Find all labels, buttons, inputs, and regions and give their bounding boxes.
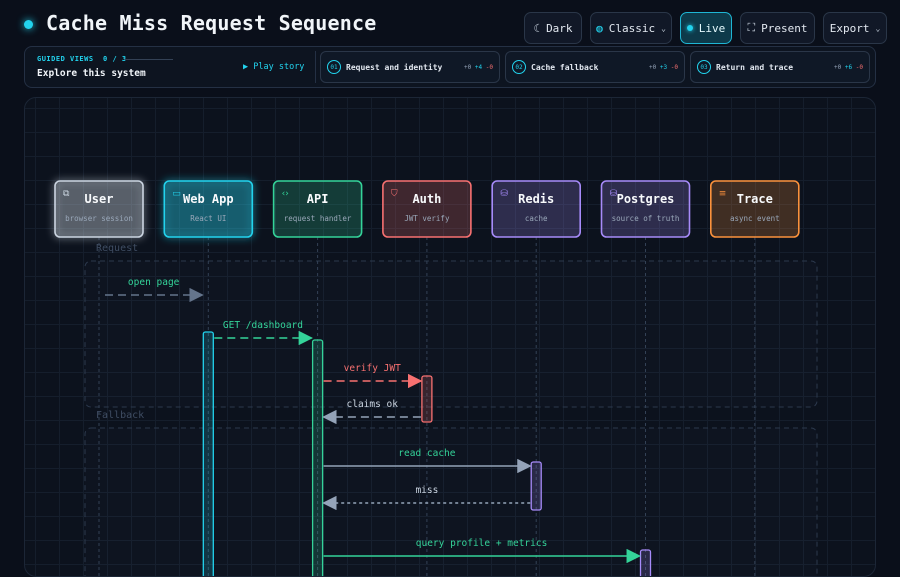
guided-title: Explore this system [37, 68, 146, 79]
activation-webapp [202, 331, 214, 576]
actor-subtitle: JWT verify [404, 214, 450, 223]
play-story-label: Play story [253, 62, 305, 72]
actor-subtitle: async event [730, 214, 780, 223]
live-label: Live [698, 21, 726, 35]
live-button[interactable]: Live [680, 12, 732, 44]
activation-auth [421, 375, 433, 423]
palette-icon: ◍ [596, 21, 603, 35]
group-box [84, 260, 818, 408]
message-label: claims ok [347, 399, 399, 410]
export-dropdown[interactable]: Export ⌄ [823, 12, 887, 44]
actor-name: Web App [183, 192, 234, 206]
step-stats: +0 +4 -0 [464, 64, 493, 71]
actor-subtitle: React UI [190, 214, 226, 223]
message-label: query profile + metrics [416, 538, 548, 549]
actor-api[interactable]: ‹› API request handler [272, 180, 363, 238]
chevron-down-icon: ⌄ [875, 23, 881, 33]
guided-views-label: GUIDED VIEWS 0 / 3 [37, 55, 127, 63]
actor-subtitle: cache [525, 214, 548, 223]
divider [315, 51, 316, 83]
actor-user[interactable]: ⧉ User browser session [54, 180, 144, 238]
database-icon: ⛁ [500, 189, 508, 199]
message-label: open page [128, 277, 180, 288]
group-label: Request [96, 243, 138, 254]
actor-name: Redis [518, 192, 554, 206]
actor-name: Trace [737, 192, 773, 206]
guided-step-1[interactable]: 01 Request and identity +0 +4 -0 [320, 51, 500, 83]
style-label: Classic [608, 21, 656, 35]
external-link-icon: ⧉ [63, 189, 70, 199]
header: Cache Miss Request Sequence ☾ Dark ◍ Cla… [0, 0, 900, 50]
actor-auth[interactable]: ⛉ Auth JWT verify [382, 180, 472, 238]
actor-postgres[interactable]: ⛁ Postgressource of truth [600, 180, 691, 238]
actor-subtitle: request handler [284, 214, 352, 223]
group-label: Fallback [96, 410, 144, 421]
present-button[interactable]: ⛶ Present [740, 12, 815, 44]
step-number: 02 [512, 60, 526, 74]
step-number: 01 [327, 60, 341, 74]
fullscreen-icon: ⛶ [747, 21, 756, 34]
window-icon: ▭ [172, 189, 181, 199]
export-label: Export [829, 21, 870, 35]
style-dropdown[interactable]: ◍ Classic ⌄ [590, 12, 672, 44]
actor-redis[interactable]: ⛁ Redis cache [491, 180, 582, 238]
activation-api [311, 339, 324, 576]
shield-icon: ⛉ [391, 189, 398, 199]
guided-progress-bar [125, 59, 173, 60]
actor-name: Postgres [617, 192, 675, 206]
theme-button[interactable]: ☾ Dark [524, 12, 582, 44]
guided-step-3[interactable]: 03 Return and trace +0 +6 -0 [690, 51, 870, 83]
guided-progress: 0 / 3 [103, 55, 127, 63]
actor-trace[interactable]: ≡ Trace async event [709, 180, 800, 238]
live-dot-icon [686, 25, 693, 31]
menu-icon: ≡ [719, 189, 727, 199]
chevron-down-icon: ⌄ [661, 23, 666, 33]
page-title: Cache Miss Request Sequence [46, 11, 377, 35]
play-story-button[interactable]: ▶ Play story [243, 62, 304, 72]
step-stats: +0 +6 -0 [834, 64, 863, 71]
step-number: 03 [697, 60, 711, 74]
message-label: read cache [398, 448, 455, 459]
moon-icon: ☾ [533, 21, 541, 35]
step-label: Cache fallback [531, 63, 599, 72]
message-label: verify JWT [344, 363, 401, 374]
activation-redis [530, 461, 542, 511]
diagram-canvas[interactable]: Request Fallback ⧉ User browser session ▭ Web … [24, 97, 876, 577]
status-dot [24, 20, 33, 29]
actor-webapp[interactable]: ▭ Web App React UI [163, 180, 254, 238]
activation-postgres [639, 549, 652, 576]
theme-label: Dark [546, 21, 573, 35]
code-icon: ‹› [282, 189, 289, 199]
present-label: Present [761, 21, 808, 35]
step-label: Request and identity [346, 63, 443, 72]
message-label: GET /dashboard [223, 320, 303, 331]
actor-name: User [85, 192, 114, 206]
actor-name: Auth [412, 192, 441, 206]
sequence-diagram: Request Fallback ⧉ User browser session ▭ Web … [54, 180, 818, 576]
message-label: miss [415, 485, 438, 496]
step-label: Return and trace [716, 63, 794, 72]
actor-subtitle: source of truth [612, 214, 680, 223]
step-stats: +0 +3 -0 [649, 64, 678, 71]
guided-step-2[interactable]: 02 Cache fallback +0 +3 -0 [505, 51, 685, 83]
actor-name: API [307, 192, 329, 206]
actor-subtitle: browser session [65, 214, 133, 223]
guided-views-bar: GUIDED VIEWS 0 / 3 Explore this system ▶… [24, 46, 876, 88]
